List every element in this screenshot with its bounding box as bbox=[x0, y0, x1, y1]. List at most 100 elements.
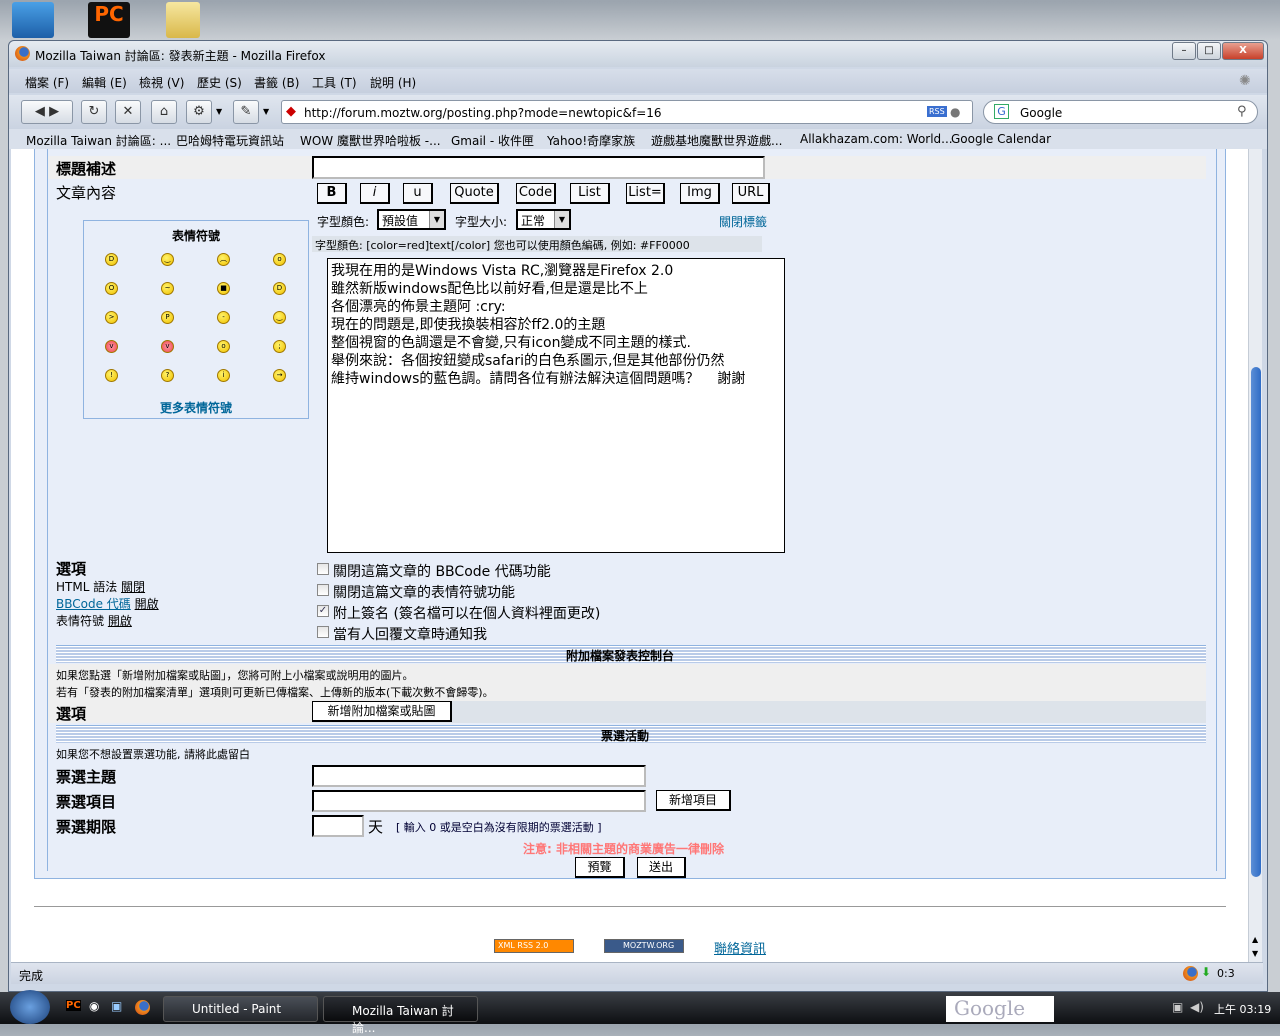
smiley-cool-icon[interactable]: ■ bbox=[217, 282, 230, 295]
menu-history[interactable]: 歷史 (S) bbox=[197, 74, 242, 91]
bookmark-item[interactable]: Gmail - 收件匣 bbox=[451, 132, 534, 149]
scrollbar-thumb[interactable] bbox=[1251, 367, 1261, 877]
download-icon[interactable]: ⬇ bbox=[1201, 965, 1211, 979]
extension-button[interactable]: ✎ bbox=[233, 100, 259, 124]
desktop-pcgame-icon[interactable]: PC bbox=[88, 2, 130, 38]
poll-option-input[interactable] bbox=[312, 790, 646, 812]
chevron-down-icon[interactable]: ▼ bbox=[216, 107, 222, 116]
font-size-select[interactable]: 正常 ▼ bbox=[516, 209, 571, 230]
smiley-cry-icon[interactable]: ‿ bbox=[273, 311, 286, 324]
smiley-idea-icon[interactable]: i bbox=[217, 369, 230, 382]
google-icon[interactable]: G bbox=[994, 104, 1009, 119]
bookmark-item[interactable]: Yahoo!奇摩家族 bbox=[547, 132, 635, 149]
option-checkbox[interactable] bbox=[317, 626, 329, 638]
font-color-select[interactable]: 預設值 ▼ bbox=[377, 209, 446, 230]
smiley-smile-icon[interactable]: ‿ bbox=[161, 253, 174, 266]
moztw-badge[interactable]: MOZTW.ORG bbox=[604, 939, 684, 953]
home-button[interactable]: ⌂ bbox=[151, 100, 177, 124]
bbcode-help-link[interactable]: BBCode 代碼 bbox=[56, 597, 131, 611]
list-button[interactable]: List bbox=[570, 183, 610, 204]
search-box[interactable]: G Google ⚲ bbox=[983, 100, 1258, 124]
url-bar[interactable]: ◆ http://forum.moztw.org/posting.php?mod… bbox=[281, 100, 973, 124]
volume-icon[interactable]: ◀) bbox=[1190, 1000, 1204, 1014]
smiley-arrow-icon[interactable]: → bbox=[273, 369, 286, 382]
desktop-computer-icon[interactable] bbox=[12, 2, 54, 38]
poll-question-input[interactable] bbox=[312, 765, 646, 787]
submit-button[interactable]: 送出 bbox=[637, 857, 686, 878]
quote-button[interactable]: Quote bbox=[450, 183, 499, 204]
smiley-shocked-icon[interactable]: O bbox=[105, 282, 118, 295]
bookmark-item[interactable]: 巴哈姆特電玩資訊站 bbox=[176, 132, 284, 149]
post-textarea[interactable]: 我現在用的是Windows Vista RC,瀏覽器是Firefox 2.0 雖… bbox=[327, 258, 785, 553]
vertical-scrollbar[interactable]: ▲ ▼ bbox=[1248, 149, 1262, 962]
start-button[interactable] bbox=[10, 990, 50, 1024]
smiley-confused-icon[interactable]: ~ bbox=[161, 282, 174, 295]
smiley-wink-icon[interactable]: ; bbox=[273, 340, 286, 353]
scroll-down-icon[interactable]: ▼ bbox=[1252, 949, 1258, 958]
back-forward-button[interactable]: ◀ ▶ bbox=[21, 100, 73, 124]
code-button[interactable]: Code bbox=[516, 183, 556, 204]
bookmark-item[interactable]: Google Calendar bbox=[951, 132, 1051, 146]
option-checkbox[interactable]: ✓ bbox=[317, 605, 329, 617]
menu-file[interactable]: 檔案 (F) bbox=[25, 74, 69, 91]
menu-tools[interactable]: 工具 (T) bbox=[312, 74, 357, 91]
add-poll-option-button[interactable]: 新增項目 bbox=[656, 790, 731, 811]
media-quicklaunch-icon[interactable]: ◉ bbox=[89, 999, 99, 1013]
smiley-surprised-icon[interactable]: o bbox=[273, 253, 286, 266]
pcgame-quicklaunch-icon[interactable]: PC bbox=[66, 1000, 81, 1011]
smiley-sad-icon[interactable]: ︵ bbox=[217, 253, 230, 266]
desktop-folder-icon[interactable] bbox=[166, 2, 200, 38]
menu-edit[interactable]: 編輯 (E) bbox=[82, 74, 127, 91]
scroll-up-icon[interactable]: ▲ bbox=[1252, 935, 1258, 944]
taskbar-item-paint[interactable]: Untitled - Paint bbox=[163, 996, 318, 1022]
smiley-question-icon[interactable]: ? bbox=[161, 369, 174, 382]
bookmark-item[interactable]: Allakhazam.com: World... bbox=[800, 132, 953, 146]
underline-button[interactable]: u bbox=[403, 183, 433, 204]
maximize-button[interactable]: □ bbox=[1197, 42, 1221, 60]
minimize-button[interactable]: – bbox=[1172, 42, 1196, 60]
contact-link[interactable]: 聯絡資訊 bbox=[714, 938, 766, 957]
smiley-twisted-icon[interactable]: v bbox=[161, 340, 174, 353]
option-checkbox[interactable] bbox=[317, 563, 329, 575]
preview-button[interactable]: 預覽 bbox=[575, 857, 625, 878]
close-tags-link[interactable]: 關閉標籤 bbox=[719, 213, 767, 230]
smiley-exclaim-icon[interactable]: ! bbox=[105, 369, 118, 382]
smiley-rolleyes-icon[interactable]: o bbox=[217, 340, 230, 353]
smiley-mad-icon[interactable]: > bbox=[105, 311, 118, 324]
menu-help[interactable]: 說明 (H) bbox=[370, 74, 416, 91]
chevron-down-icon[interactable]: ▼ bbox=[263, 107, 269, 116]
stop-button[interactable]: ✕ bbox=[115, 100, 141, 124]
smiley-razz-icon[interactable]: P bbox=[161, 311, 174, 324]
bookmark-item[interactable]: WOW 魔獸世界哈啦板 -... bbox=[300, 132, 441, 149]
network-icon[interactable]: ▣ bbox=[1172, 1000, 1183, 1014]
bookmark-item[interactable]: Mozilla Taiwan 討論區: ... bbox=[26, 132, 171, 149]
img-button[interactable]: Img bbox=[680, 183, 720, 204]
option-checkbox[interactable] bbox=[317, 584, 329, 596]
menu-bookmarks[interactable]: 書籤 (B) bbox=[254, 74, 299, 91]
firefox-status-icon[interactable] bbox=[1183, 966, 1198, 981]
url-button[interactable]: URL bbox=[732, 183, 770, 204]
add-attachment-button[interactable]: 新增附加檔案或貼圖 bbox=[312, 701, 452, 722]
poll-length-input[interactable] bbox=[312, 815, 364, 837]
settings-button[interactable]: ⚙ bbox=[186, 100, 212, 124]
rss-icon[interactable]: RSS bbox=[927, 106, 947, 117]
reload-button[interactable]: ↻ bbox=[81, 100, 107, 124]
list-ordered-button[interactable]: List= bbox=[626, 183, 665, 204]
close-button[interactable]: X bbox=[1222, 42, 1264, 60]
go-icon[interactable]: ● bbox=[950, 105, 960, 119]
subtitle-input[interactable] bbox=[312, 156, 765, 179]
desktop-quicklaunch-icon[interactable]: ▣ bbox=[111, 999, 122, 1013]
smiley-embarrassed-icon[interactable]: - bbox=[217, 311, 230, 324]
google-deskbar[interactable]: Google bbox=[946, 996, 1054, 1022]
rss-badge[interactable]: XML RSS 2.0 bbox=[494, 939, 574, 953]
bold-button[interactable]: B bbox=[317, 183, 347, 204]
more-smilies-link[interactable]: 更多表情符號 bbox=[84, 399, 308, 416]
smiley-laugh-icon[interactable]: D bbox=[273, 282, 286, 295]
menu-view[interactable]: 檢視 (V) bbox=[139, 74, 184, 91]
italic-button[interactable]: i bbox=[360, 183, 390, 204]
firefox-quicklaunch-icon[interactable] bbox=[135, 1000, 150, 1015]
smiley-evil-icon[interactable]: v bbox=[105, 340, 118, 353]
smiley-grin-icon[interactable]: D bbox=[105, 253, 118, 266]
taskbar-item-firefox[interactable]: Mozilla Taiwan 討論... bbox=[323, 996, 478, 1035]
bookmark-item[interactable]: 遊戲基地魔獸世界遊戲... bbox=[651, 132, 782, 149]
